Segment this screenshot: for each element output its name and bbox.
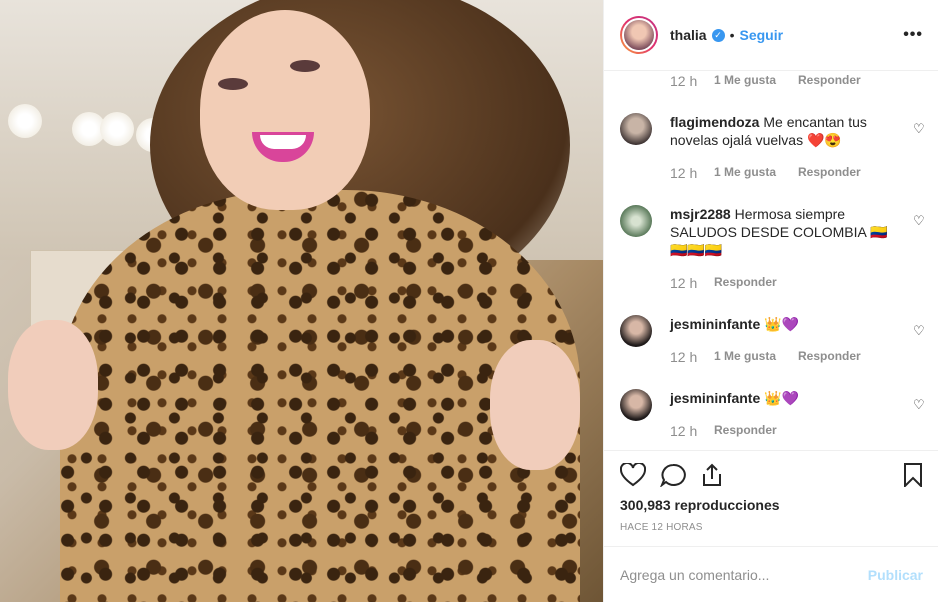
like-comment-heart-icon[interactable]: ♡ (913, 398, 925, 411)
vanity-light (100, 112, 134, 146)
vanity-light (8, 104, 42, 138)
comment-meta: 12 h Responder (670, 423, 777, 439)
follow-button[interactable]: Seguir (739, 27, 783, 43)
hand (490, 340, 580, 470)
comments-list[interactable]: 12 h 1 Me gusta Responder flagimendoza M… (604, 71, 938, 450)
comment-body: msjr2288 Hermosa siempre SALUDOS DESDE C… (670, 205, 890, 259)
comment-time[interactable]: 12 h (670, 165, 714, 181)
comment-body: jesmininfante 👑💜 (670, 389, 890, 407)
face (200, 10, 370, 210)
comment-likes[interactable]: 1 Me gusta (714, 349, 776, 365)
comment-text: 👑💜 (764, 316, 800, 332)
add-comment-bar: Agrega un comentario... Publicar (604, 546, 938, 602)
hand (8, 320, 98, 450)
reply-button[interactable]: Responder (714, 275, 777, 291)
separator-dot: • (729, 27, 735, 43)
avatar[interactable] (620, 389, 652, 421)
post-side-panel: thalia ✓ • Seguir ••• 12 h 1 Me gusta Re… (603, 0, 938, 602)
avatar[interactable] (620, 16, 658, 54)
post-header: thalia ✓ • Seguir ••• (604, 0, 938, 71)
view-count[interactable]: 300,983 reproducciones (620, 497, 780, 513)
avatar[interactable] (620, 315, 652, 347)
comment-meta: 12 h 1 Me gusta Responder (670, 73, 861, 89)
comment-likes[interactable]: 1 Me gusta (714, 73, 776, 89)
comment-meta: 12 h 1 Me gusta Responder (670, 165, 861, 181)
like-comment-heart-icon[interactable]: ♡ (913, 214, 925, 227)
comment-input[interactable]: Agrega un comentario... (620, 567, 769, 583)
comment-username[interactable]: jesmininfante (670, 316, 760, 332)
comment-time[interactable]: 12 h (670, 73, 714, 89)
avatar[interactable] (620, 113, 652, 145)
like-comment-heart-icon[interactable]: ♡ (913, 122, 925, 135)
eye (290, 60, 320, 72)
like-heart-icon[interactable] (620, 463, 646, 487)
comment-body: flagimendoza Me encantan tus novelas oja… (670, 113, 890, 149)
reply-button[interactable]: Responder (798, 349, 861, 365)
bookmark-icon[interactable] (903, 463, 923, 492)
like-comment-heart-icon[interactable]: ♡ (913, 324, 925, 337)
comment-meta: 12 h 1 Me gusta Responder (670, 349, 861, 365)
reply-button[interactable]: Responder (714, 423, 777, 439)
comment-time[interactable]: 12 h (670, 349, 714, 365)
comment-time[interactable]: 12 h (670, 275, 714, 291)
comment-body: jesmininfante 👑💜 (670, 315, 890, 333)
comment-username[interactable]: msjr2288 (670, 206, 731, 222)
instagram-post-modal: thalia ✓ • Seguir ••• 12 h 1 Me gusta Re… (0, 0, 938, 602)
comment-text: 👑💜 (764, 390, 800, 406)
comment-time[interactable]: 12 h (670, 423, 714, 439)
comment-bubble-icon[interactable] (660, 463, 686, 487)
eye (218, 78, 248, 90)
action-icons (620, 463, 724, 487)
post-actions: 300,983 reproducciones HACE 12 HORAS (604, 450, 938, 546)
reply-button[interactable]: Responder (798, 165, 861, 181)
verified-badge-icon: ✓ (711, 28, 725, 42)
comment-meta: 12 h Responder (670, 275, 777, 291)
more-icon[interactable]: ••• (903, 26, 923, 44)
post-video[interactable] (0, 0, 603, 602)
share-icon[interactable] (700, 463, 724, 487)
post-username[interactable]: thalia (670, 27, 707, 43)
comment-likes[interactable]: 1 Me gusta (714, 165, 776, 181)
publish-button[interactable]: Publicar (868, 567, 923, 583)
comment-username[interactable]: flagimendoza (670, 114, 759, 130)
comment-username[interactable]: jesmininfante (670, 390, 760, 406)
avatar[interactable] (620, 205, 652, 237)
post-timestamp[interactable]: HACE 12 HORAS (620, 522, 703, 533)
reply-button[interactable]: Responder (798, 73, 861, 89)
